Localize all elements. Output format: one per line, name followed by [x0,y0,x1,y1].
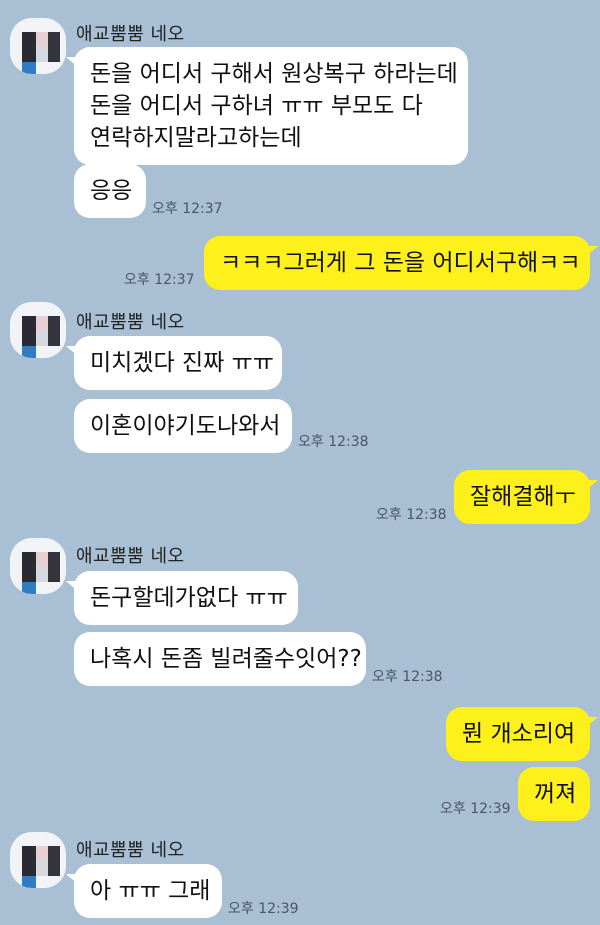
incoming-message[interactable]: 돈을 어디서 구해서 원상복구 하라는데 돈을 어디서 구하녀 ㅠㅠ 부모도 다… [66,47,468,165]
message-text: 돈을 어디서 구하녀 ㅠㅠ 부모도 다 [90,93,423,119]
sender-avatar[interactable] [10,538,66,594]
sender-avatar[interactable] [10,832,66,888]
sender-avatar[interactable] [10,18,66,74]
message-text: 응응 [90,178,133,204]
outgoing-message[interactable]: 뭔 개소리여 [446,707,598,761]
sender-name: 애교뿜뿜 네오 [76,24,185,45]
incoming-message[interactable]: 응응 [74,164,146,218]
message-text: 아 ㅠㅠ 그래 [90,878,211,904]
chat-window: 애교뿜뿜 네오 돈을 어디서 구해서 원상복구 하라는데 돈을 어디서 구하녀 … [0,0,600,925]
message-timestamp: 오후 12:39 [228,901,299,917]
message-text: 뭔 개소리여 [462,721,576,747]
message-text: 잘해결해ㅜ [470,484,576,510]
sender-name: 애교뿜뿜 네오 [76,312,185,333]
message-text: ㅋㅋㅋ그러게 그 돈을 어디서구해ㅋㅋ [220,250,581,276]
message-text: 연락하지말라고하는데 [90,125,302,151]
message-text: 나혹시 돈좀 빌려줄수잇어?? [90,646,362,672]
message-text: 돈구할데가없다 ㅠㅠ [90,585,288,611]
message-timestamp: 오후 12:37 [124,272,195,288]
incoming-message[interactable]: 돈구할데가없다 ㅠㅠ [66,571,298,625]
outgoing-message[interactable]: 잘해결해ㅜ [454,470,598,524]
sender-name: 애교뿜뿜 네오 [76,840,185,861]
message-timestamp: 오후 12:38 [376,507,447,523]
message-timestamp: 오후 12:38 [298,434,369,450]
incoming-message[interactable]: 나혹시 돈좀 빌려줄수잇어?? [74,632,366,686]
incoming-message[interactable]: 미치겠다 진짜 ㅠㅠ [66,336,282,390]
sender-name: 애교뿜뿜 네오 [76,546,185,567]
message-text: 꺼져 [534,781,577,807]
outgoing-message[interactable]: 꺼져 [518,767,590,821]
outgoing-message[interactable]: ㅋㅋㅋ그러게 그 돈을 어디서구해ㅋㅋ [204,236,598,290]
message-text: 이혼이야기도나와서 [90,413,281,439]
message-timestamp: 오후 12:39 [440,801,511,817]
incoming-message[interactable]: 아 ㅠㅠ 그래 [66,864,222,918]
message-timestamp: 오후 12:38 [372,669,443,685]
message-text: 미치겠다 진짜 ㅠㅠ [90,350,274,376]
incoming-message[interactable]: 이혼이야기도나와서 [74,399,292,453]
message-timestamp: 오후 12:37 [152,201,223,217]
sender-avatar[interactable] [10,302,66,358]
message-text: 돈을 어디서 구해서 원상복구 하라는데 [90,61,458,87]
